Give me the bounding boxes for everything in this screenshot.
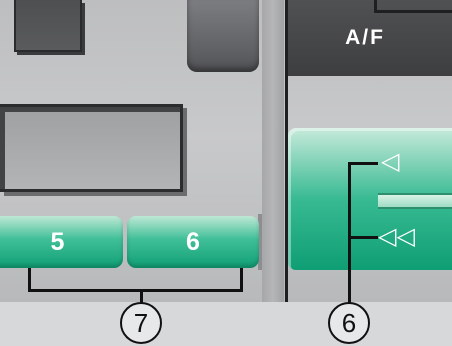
preset-6-label: 6	[186, 227, 200, 256]
bracket-base	[28, 289, 243, 292]
top-knob-button[interactable]	[187, 0, 259, 72]
panel-divider	[262, 0, 284, 302]
seek-back-icon: ◁	[381, 148, 400, 175]
pointer-line-rewind	[348, 236, 378, 239]
callout-7: 7	[120, 302, 162, 344]
display-window	[0, 104, 183, 192]
rewind-icon: ◁◁	[378, 223, 415, 250]
pointer-line-vertical	[348, 162, 351, 304]
callout-6-label: 6	[341, 307, 357, 338]
callout-6: 6	[328, 302, 370, 344]
af-button-label: A/F	[345, 26, 385, 49]
bottom-strip	[0, 302, 452, 346]
preset-5-label: 5	[50, 227, 65, 256]
pointer-line-seek	[348, 162, 378, 165]
top-left-dark-button[interactable]	[14, 0, 82, 52]
preset-5-button[interactable]: 5	[0, 216, 123, 268]
preset-6-button[interactable]: 6	[127, 216, 259, 268]
seek-slot-indicator	[378, 193, 452, 209]
callout-7-label: 7	[133, 307, 149, 338]
af-button-edge	[374, 0, 452, 13]
